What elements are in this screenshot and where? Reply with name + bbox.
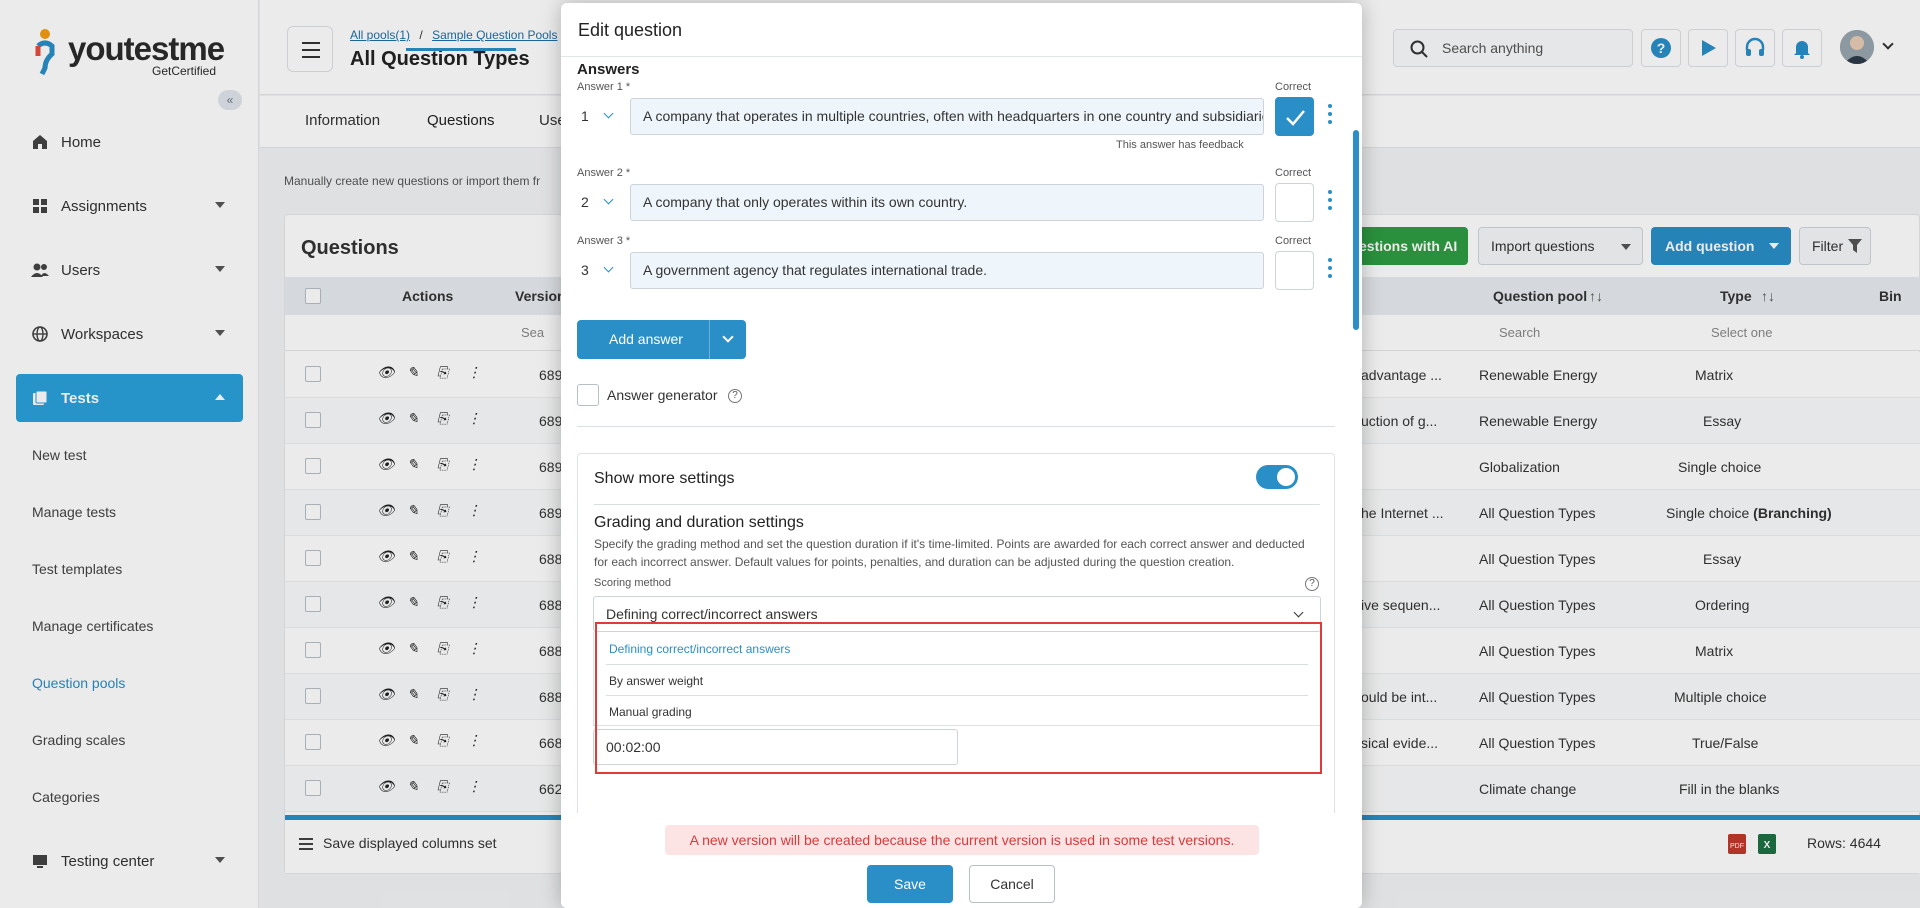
answer-1-more-icon[interactable]	[1328, 104, 1332, 124]
answer-3-more-icon[interactable]	[1328, 258, 1332, 278]
chevron-down-icon	[603, 108, 614, 119]
version-warning: A new version will be created because th…	[665, 825, 1259, 855]
answer-generator-label: Answer generator	[607, 387, 718, 403]
answer-3-input[interactable]: A government agency that regulates inter…	[630, 252, 1264, 289]
add-answer-button[interactable]: Add answer	[577, 320, 746, 359]
answer-1-input[interactable]: A company that operates in multiple coun…	[630, 98, 1264, 135]
chevron-down-icon	[603, 262, 614, 273]
save-button[interactable]: Save	[867, 865, 953, 903]
grading-title: Grading and duration settings	[594, 514, 804, 531]
show-more-settings-label: Show more settings	[594, 470, 735, 487]
check-icon	[1286, 110, 1305, 126]
answer-2-correct-checkbox[interactable]	[1275, 183, 1314, 222]
chevron-down-icon[interactable]	[722, 331, 734, 343]
show-more-settings-toggle[interactable]	[1256, 465, 1298, 489]
divider	[594, 504, 1320, 505]
help-icon[interactable]: ?	[728, 389, 742, 403]
correct-label: Correct	[1275, 235, 1312, 247]
answer-3-order: 3	[581, 262, 589, 278]
grading-description: Specify the grading method and set the q…	[594, 537, 1305, 569]
modal-title: Edit question	[578, 20, 683, 40]
answers-heading: Answers	[577, 61, 640, 78]
divider	[577, 426, 1335, 427]
modal-header: Edit question	[561, 3, 1362, 57]
answer-3-order-select[interactable]: 3	[581, 252, 617, 288]
cancel-button[interactable]: Cancel	[969, 865, 1055, 903]
answer-3-label: Answer 3 *	[577, 235, 631, 247]
button-separator	[709, 320, 710, 359]
modal-scrollbar[interactable]	[1353, 130, 1359, 330]
scoring-method-label: Scoring method	[594, 577, 672, 589]
answer-1-order: 1	[581, 108, 589, 124]
answer-1-order-select[interactable]: 1	[581, 98, 617, 134]
add-answer-label: Add answer	[609, 331, 683, 347]
correct-label: Correct	[1275, 167, 1312, 179]
modal-footer: A new version will be created because th…	[561, 813, 1362, 908]
answer-2-more-icon[interactable]	[1328, 190, 1332, 210]
answer-2-input[interactable]: A company that only operates within its …	[630, 184, 1264, 221]
answer-2-label: Answer 2 *	[577, 167, 631, 179]
answer-3-correct-checkbox[interactable]	[1275, 251, 1314, 290]
correct-label: Correct	[1275, 81, 1312, 93]
answer-2-order-select[interactable]: 2	[581, 184, 617, 220]
highlight-box	[595, 622, 1322, 774]
answer-2-order: 2	[581, 194, 589, 210]
answer-1-label: Answer 1 *	[577, 81, 631, 93]
help-icon[interactable]: ?	[1305, 577, 1319, 591]
scoring-method-value: Defining correct/incorrect answers	[606, 606, 818, 622]
chevron-down-icon	[1293, 607, 1304, 618]
answer-generator-checkbox[interactable]	[577, 384, 599, 406]
answer-1-feedback-note: This answer has feedback	[1116, 139, 1244, 151]
chevron-down-icon	[603, 194, 614, 205]
answer-1-correct-checkbox[interactable]	[1275, 97, 1314, 136]
